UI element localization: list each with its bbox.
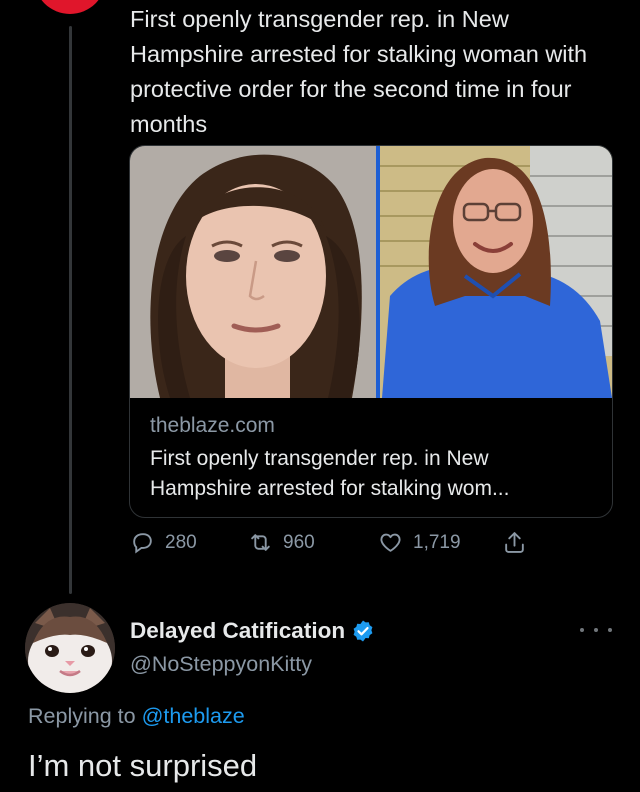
reply-button[interactable]: 280: [130, 530, 197, 555]
tweet-text: First openly transgender rep. in New Ham…: [130, 6, 588, 137]
like-button[interactable]: 1,719: [378, 530, 461, 555]
reply-count: 280: [165, 531, 197, 553]
more-dots-icon[interactable]: [580, 620, 612, 640]
card-title: First openly transgender rep. in New Ham…: [150, 447, 510, 500]
display-name-text: Delayed Catification: [130, 618, 346, 643]
reply-display-name[interactable]: Delayed Catification: [130, 618, 375, 644]
like-count: 1,719: [413, 531, 461, 553]
replying-to-line: Replying to @theblaze: [28, 704, 245, 729]
card-domain: theblaze.com: [150, 414, 275, 437]
link-preview-card[interactable]: theblaze.com First openly transgender re…: [129, 145, 613, 518]
replying-to-link[interactable]: @theblaze: [142, 704, 245, 728]
share-button[interactable]: [502, 530, 527, 555]
heart-icon: [380, 533, 401, 552]
speech-bubble-icon: [133, 533, 152, 554]
reply-handle[interactable]: @NoSteppyonKitty: [130, 652, 312, 677]
retweet-count: 960: [283, 531, 315, 553]
verified-badge-icon: [353, 620, 373, 642]
retweet-arrows-icon: [251, 534, 270, 551]
replying-prefix: Replying to: [28, 704, 136, 728]
reply-text: I’m not surprised: [28, 748, 258, 783]
card-image: [130, 146, 612, 398]
original-tweet-avatar[interactable]: [34, 0, 106, 14]
reply-avatar[interactable]: [25, 603, 115, 693]
share-upload-icon: [505, 532, 524, 553]
retweet-button[interactable]: 960: [248, 530, 315, 555]
tweet-actions: 280 960 1,719: [130, 530, 550, 562]
thread-connector-line: [69, 26, 72, 594]
